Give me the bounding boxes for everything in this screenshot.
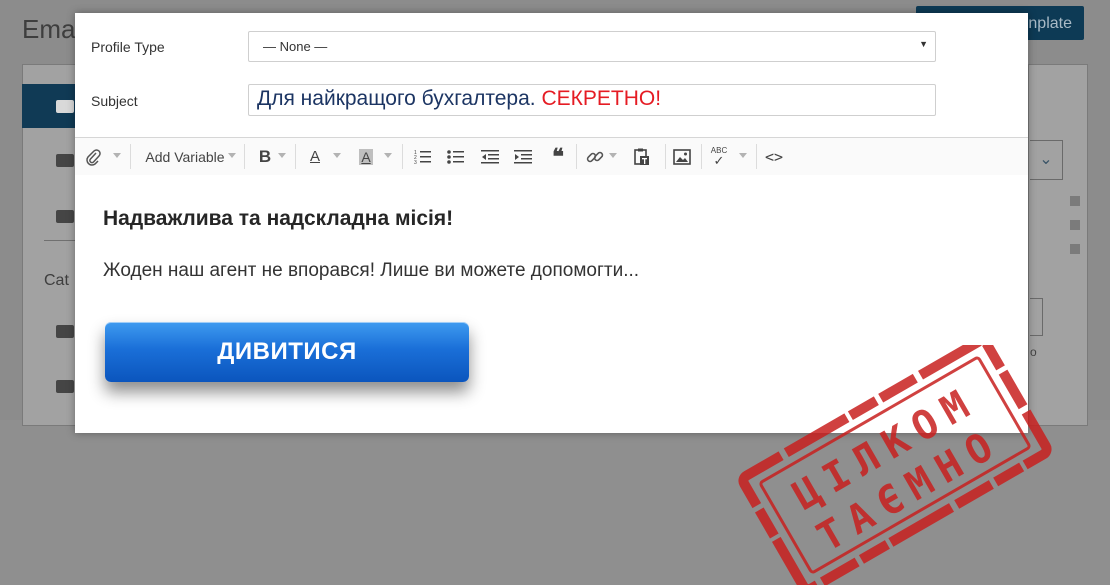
svg-text:3: 3	[414, 160, 417, 165]
subject-label: Subject	[91, 93, 138, 109]
toolbar-divider	[665, 144, 666, 169]
chevron-down-icon[interactable]	[333, 153, 341, 158]
profile-type-value: — None —	[263, 39, 328, 54]
toolbar-divider	[130, 144, 131, 169]
toolbar-divider	[576, 144, 577, 169]
image-icon[interactable]	[671, 138, 693, 175]
toolbar-divider	[701, 144, 702, 169]
email-paragraph: Жоден наш агент не впорався! Лише ви мож…	[103, 260, 640, 281]
folder-icon	[56, 100, 74, 113]
top-secret-stamp: ЦІЛКОМ ТАЄМНО	[738, 345, 1052, 585]
profile-type-label: Profile Type	[91, 39, 165, 55]
background-color-label: A	[359, 148, 373, 165]
subject-text-main: Для найкращого бухгалтера.	[257, 87, 536, 110]
folder-icon	[56, 210, 74, 223]
chevron-down-icon[interactable]	[113, 153, 121, 158]
subject-text: Для найкращого бухгалтера. СЕКРЕТНО!	[257, 87, 661, 111]
secondary-select[interactable]	[1030, 298, 1043, 336]
folder-icon	[56, 154, 74, 167]
toolbar-divider	[244, 144, 245, 169]
spellcheck-icon[interactable]: ABC ✓	[707, 138, 731, 175]
add-variable-label: Add Variable	[145, 148, 225, 165]
scrollbar[interactable]	[1068, 196, 1082, 286]
editor-content[interactable]: Надважлива та надскладна місія! Жоден на…	[75, 175, 1052, 585]
create-template-label: nplate	[1028, 15, 1072, 32]
profile-type-select[interactable]: — None — ▼	[248, 31, 936, 62]
email-heading: Надважлива та надскладна місія!	[103, 207, 454, 230]
watch-button[interactable]: ДИВИТИСЯ	[105, 322, 469, 382]
attachment-icon[interactable]	[81, 138, 105, 175]
toolbar-divider	[756, 144, 757, 169]
blockquote-icon[interactable]: ❝	[547, 138, 569, 175]
folder-icon	[56, 380, 74, 393]
add-variable-button[interactable]: Add Variable	[135, 138, 235, 175]
bold-icon[interactable]: B	[255, 138, 275, 175]
link-icon[interactable]	[584, 138, 606, 175]
template-editor-modal: Profile Type — None — ▼ Subject Для найк…	[75, 13, 1052, 585]
outdent-icon[interactable]	[479, 138, 501, 175]
paste-text-icon[interactable]	[631, 138, 653, 175]
ordered-list-icon[interactable]: 123	[412, 138, 434, 175]
watch-button-label: ДИВИТИСЯ	[217, 338, 357, 365]
editor-toolbar: Add Variable B A A 123 ❝ ABC ✓ <>	[75, 137, 1028, 176]
subject-text-secret: СЕКРЕТНО!	[541, 87, 662, 110]
chevron-down-icon[interactable]	[228, 153, 236, 158]
chevron-down-icon[interactable]	[278, 153, 286, 158]
categories-heading: Cat	[44, 272, 69, 289]
filter-select[interactable]: ⌄	[1030, 140, 1063, 180]
background-color-icon[interactable]: A	[356, 138, 376, 175]
chevron-down-icon[interactable]	[739, 153, 747, 158]
folder-icon	[56, 325, 74, 338]
font-color-icon[interactable]: A	[305, 138, 325, 175]
chevron-down-icon[interactable]	[609, 153, 617, 158]
source-code-icon[interactable]: <>	[762, 138, 786, 175]
chevron-down-icon: ▼	[919, 39, 928, 49]
indent-icon[interactable]	[512, 138, 534, 175]
page-title: Ema	[22, 14, 76, 44]
unordered-list-icon[interactable]	[445, 138, 467, 175]
toolbar-divider	[402, 144, 403, 169]
chevron-down-icon[interactable]	[384, 153, 392, 158]
subject-input[interactable]: Для найкращого бухгалтера. СЕКРЕТНО!	[248, 84, 936, 116]
checkmark-icon: ✓	[713, 153, 725, 168]
toolbar-divider	[295, 144, 296, 169]
